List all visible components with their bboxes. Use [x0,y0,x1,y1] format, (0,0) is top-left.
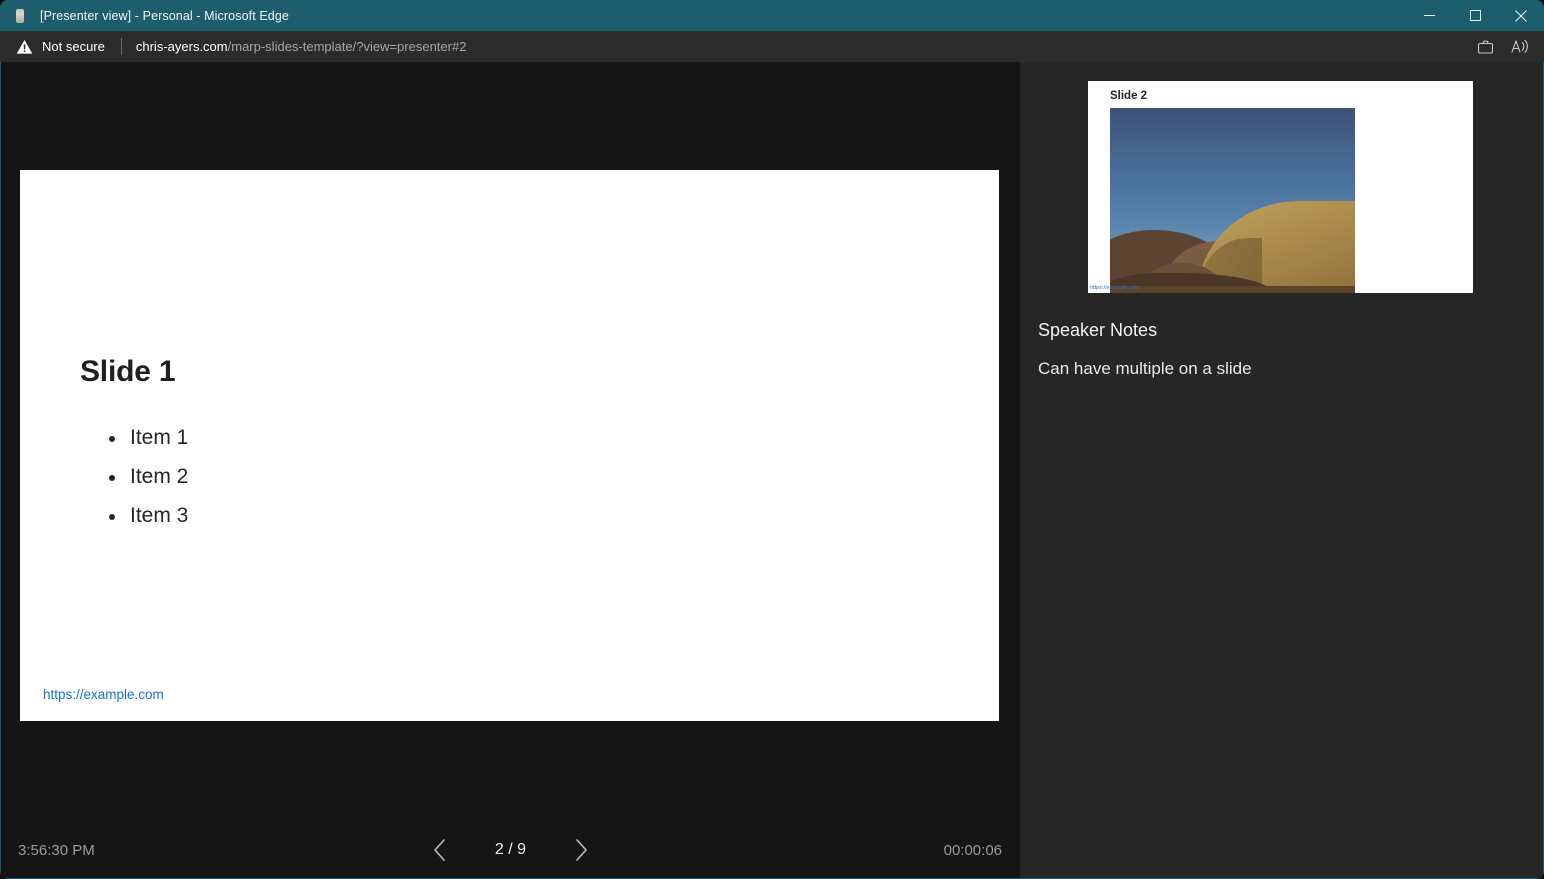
next-slide-button[interactable] [567,835,597,865]
notes-pane: Slide 2 https://example.com Speaker Note… [1020,62,1543,878]
warning-triangle-icon [16,39,33,55]
previous-slide-button[interactable] [425,835,455,865]
address-bar[interactable]: Not secure chris-ayers.com/marp-slides-t… [0,31,1544,62]
speaker-notes-body: Can have multiple on a slide [1038,359,1252,379]
title-bar: [Presenter view] - Personal - Microsoft … [0,0,1544,31]
minimize-button[interactable] [1406,0,1452,31]
site-security-indicator[interactable]: Not secure [16,39,105,55]
url-text[interactable]: chris-ayers.com/marp-slides-template/?vi… [136,39,467,54]
window-title: [Presenter view] - Personal - Microsoft … [40,9,289,23]
speaker-notes-heading: Speaker Notes [1038,320,1157,341]
slide-title: Slide 1 [80,355,175,389]
read-aloud-icon[interactable] [1502,31,1536,62]
url-host: chris-ayers.com [136,39,228,54]
security-label: Not secure [42,39,105,54]
url-path: /marp-slides-template/?view=presenter#2 [228,39,467,54]
landscape-photo [1110,108,1355,293]
next-slide-title: Slide 2 [1110,90,1147,102]
maximize-button[interactable] [1452,0,1498,31]
slide-link[interactable]: https://example.com [43,687,164,702]
work-profile-icon[interactable] [1468,31,1502,62]
list-item: Item 2 [105,457,188,496]
list-item: Item 3 [105,496,188,535]
slide-navigation: 2 / 9 [1,835,1020,865]
current-slide[interactable]: Slide 1 Item 1 Item 2 Item 3 https://exa… [20,170,999,721]
next-slide-thumbnail[interactable]: Slide 2 https://example.com [1088,81,1473,293]
slide-bullet-list: Item 1 Item 2 Item 3 [105,418,188,535]
window-controls [1406,0,1544,31]
presenter-control-bar: 3:56:30 PM 2 / 9 00:00:06 [1,822,1020,878]
presenter-view: Slide 1 Item 1 Item 2 Item 3 https://exa… [1,62,1543,878]
next-slide-link[interactable]: https://example.com [1090,285,1139,291]
address-bar-actions [1468,31,1536,62]
list-item: Item 1 [105,418,188,457]
address-bar-divider [121,38,122,55]
elapsed-timer[interactable]: 00:00:06 [944,842,1002,859]
browser-window: [Presenter view] - Personal - Microsoft … [0,0,1544,879]
page-indicator: 2 / 9 [485,841,537,859]
close-button[interactable] [1498,0,1544,31]
page-favicon-icon [12,8,28,24]
current-slide-pane: Slide 1 Item 1 Item 2 Item 3 https://exa… [1,62,1020,878]
